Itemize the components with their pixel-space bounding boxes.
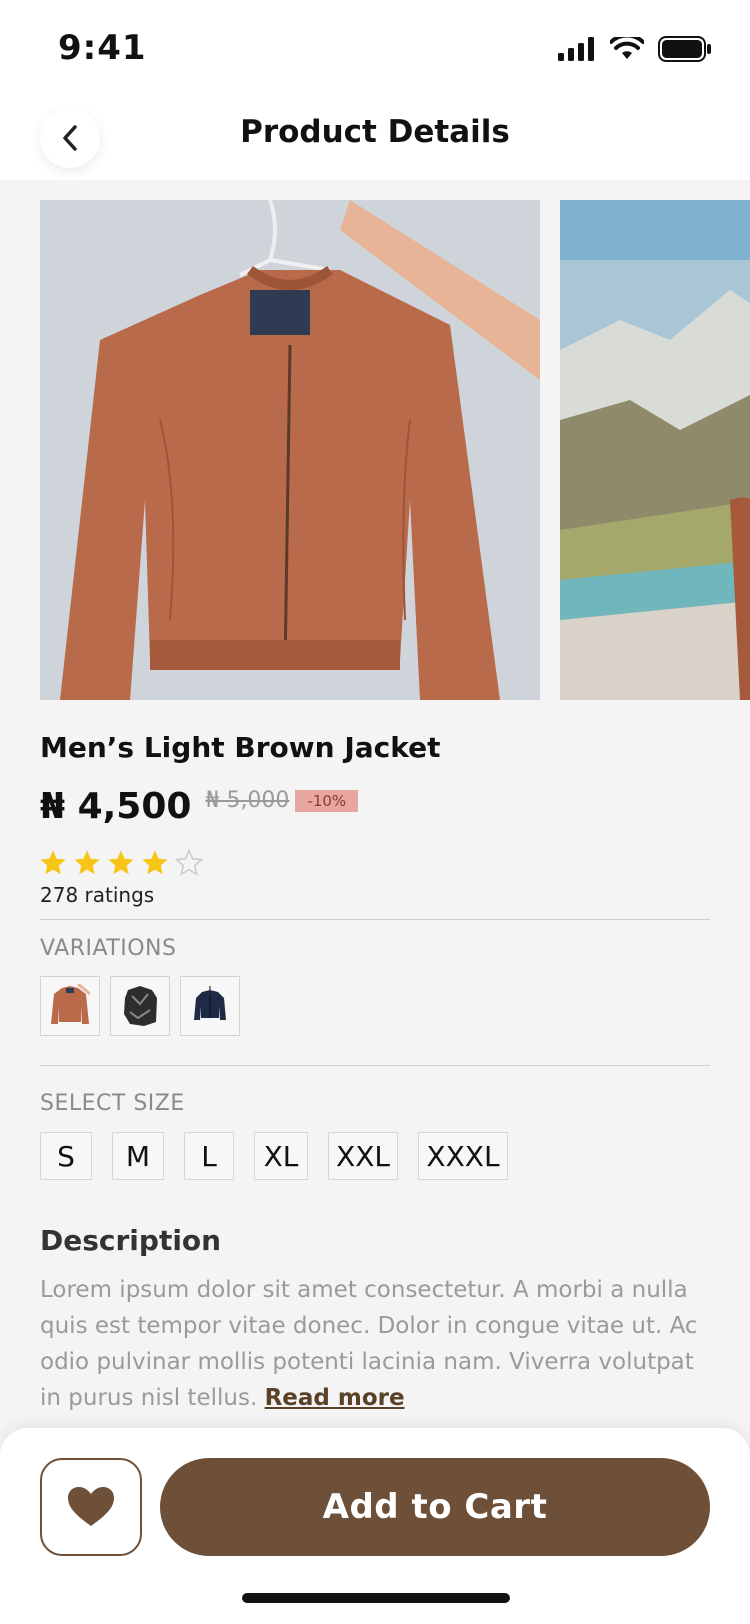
heart-icon [68,1487,114,1526]
star-empty-icon [174,848,204,876]
star-filled-icon [142,850,168,875]
bottom-action-bar: Add to Cart [0,1428,750,1624]
star-filled-icon [74,850,100,875]
variations-label: VARIATIONS [40,936,177,961]
size-option-m[interactable]: M [112,1132,164,1180]
add-to-cart-button[interactable]: Add to Cart [160,1458,710,1556]
divider [40,1065,710,1066]
status-time: 9:41 [58,28,147,68]
old-price: ₦ 5,000 [205,788,290,813]
discount-badge: -10% [295,789,359,812]
size-option-l[interactable]: L [184,1132,234,1180]
product-image-gallery[interactable] [40,200,750,700]
navy-jacket-icon [194,986,226,1020]
favorite-button[interactable] [40,1458,142,1556]
read-more-link[interactable]: Read more [265,1385,405,1411]
size-option-s[interactable]: S [40,1132,92,1180]
status-icons [558,36,712,62]
page-title: Product Details [240,114,510,150]
variation-navy-jacket[interactable] [180,976,240,1036]
variation-brown-jacket[interactable] [40,976,100,1036]
size-option-xxxl[interactable]: XXXL [418,1132,508,1180]
star-rating [38,848,204,878]
app-header: Product Details [0,100,750,180]
size-option-xl[interactable]: XL [254,1132,308,1180]
variations-list [40,976,240,1036]
wifi-icon [610,37,644,59]
brown-jacket-icon [51,984,90,1024]
battery-icon [658,36,711,62]
mountain-image[interactable] [560,200,750,700]
home-indicator [242,1593,510,1603]
divider [40,919,710,920]
black-jacket-icon [124,986,157,1026]
status-bar: 9:41 [0,0,750,100]
product-name: Men’s Light Brown Jacket [40,731,441,764]
variation-black-jacket[interactable] [110,976,170,1036]
description-title: Description [40,1224,222,1257]
ratings-count: 278 ratings [40,883,155,907]
star-filled-icon [40,850,66,875]
signal-icon [558,37,594,61]
current-price: ₦ 4,500 [40,786,192,827]
jacket-image[interactable] [40,200,540,700]
star-filled-icon [108,850,134,875]
size-option-xxl[interactable]: XXL [328,1132,398,1180]
select-size-label: SELECT SIZE [40,1091,185,1116]
size-options: S M L XL XXL XXXL [40,1132,528,1180]
description-text: Lorem ipsum dolor sit amet consectetur. … [40,1272,720,1416]
price-row: ₦ 4,500 ₦ 5,000 -10% [40,786,359,827]
